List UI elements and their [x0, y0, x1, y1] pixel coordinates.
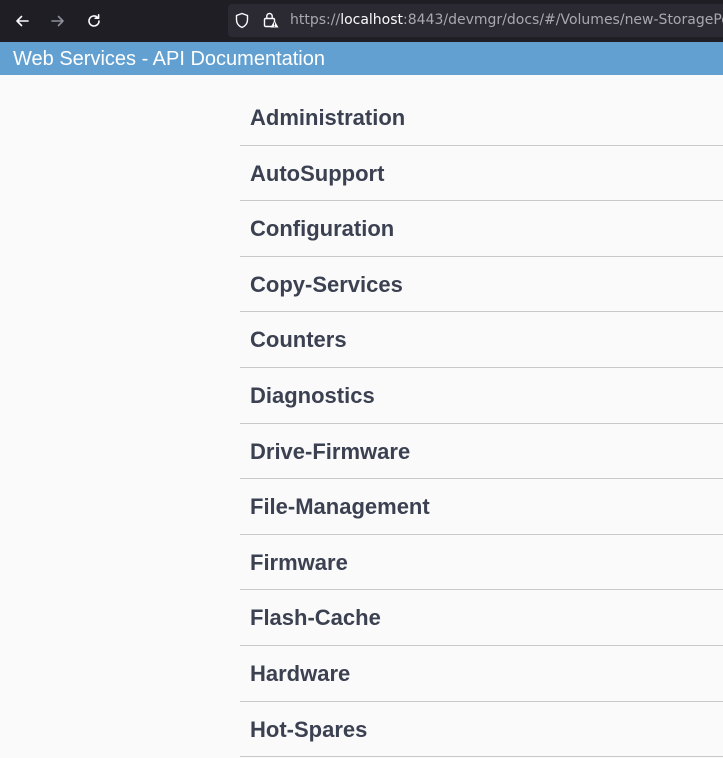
- api-section-label: Flash-Cache: [250, 605, 381, 631]
- api-section-label: Drive-Firmware: [250, 438, 411, 464]
- api-section-administration[interactable]: Administration: [240, 90, 723, 146]
- api-section-firmware[interactable]: Firmware: [240, 535, 723, 591]
- api-section-autosupport[interactable]: AutoSupport: [240, 146, 723, 202]
- api-section-label: Hot-Spares: [250, 716, 368, 742]
- api-section-label: Configuration: [250, 216, 395, 242]
- url-text[interactable]: https://localhost:8443/devmgr/docs/#/Vol…: [290, 12, 723, 29]
- page-title: Web Services - API Documentation: [13, 48, 325, 70]
- api-section-label: Counters: [250, 327, 347, 353]
- api-section-file-management[interactable]: File-Management: [240, 479, 723, 535]
- api-section-label: Firmware: [250, 549, 348, 575]
- api-section-list: Administration AutoSupport Configuration…: [240, 90, 723, 758]
- api-section-label: File-Management: [250, 494, 430, 520]
- api-section-label: Hardware: [250, 660, 351, 686]
- back-arrow-icon: [16, 15, 29, 27]
- api-section-flash-cache[interactable]: Flash-Cache: [240, 590, 723, 646]
- app-header: Web Services - API Documentation: [0, 42, 723, 75]
- back-button[interactable]: [8, 7, 36, 35]
- reload-icon: [88, 14, 100, 27]
- api-section-label: Administration: [250, 105, 406, 130]
- url-bar[interactable]: https://localhost:8443/devmgr/docs/#/Vol…: [228, 4, 723, 37]
- url-scheme: https://: [290, 12, 341, 28]
- url-host: localhost: [340, 12, 404, 28]
- api-section-configuration[interactable]: Configuration: [240, 201, 723, 257]
- reload-button[interactable]: [80, 7, 108, 35]
- api-section-drive-firmware[interactable]: Drive-Firmware: [240, 424, 723, 480]
- api-section-counters[interactable]: Counters: [240, 312, 723, 368]
- api-section-label: AutoSupport: [250, 160, 385, 186]
- forward-arrow-icon: [51, 15, 64, 27]
- insecure-lock-icon[interactable]: [262, 11, 280, 29]
- shield-icon[interactable]: [234, 12, 250, 29]
- api-section-label: Copy-Services: [250, 271, 403, 297]
- forward-button[interactable]: [44, 7, 72, 35]
- browser-toolbar: https://localhost:8443/devmgr/docs/#/Vol…: [0, 0, 723, 42]
- api-section-diagnostics[interactable]: Diagnostics: [240, 368, 723, 424]
- api-section-copy-services[interactable]: Copy-Services: [240, 257, 723, 313]
- url-path: :8443/devmgr/docs/#/Volumes/new-StorageP…: [403, 12, 723, 28]
- api-section-hot-spares[interactable]: Hot-Spares: [240, 702, 723, 758]
- api-section-label: Diagnostics: [250, 382, 375, 408]
- api-section-hardware[interactable]: Hardware: [240, 646, 723, 702]
